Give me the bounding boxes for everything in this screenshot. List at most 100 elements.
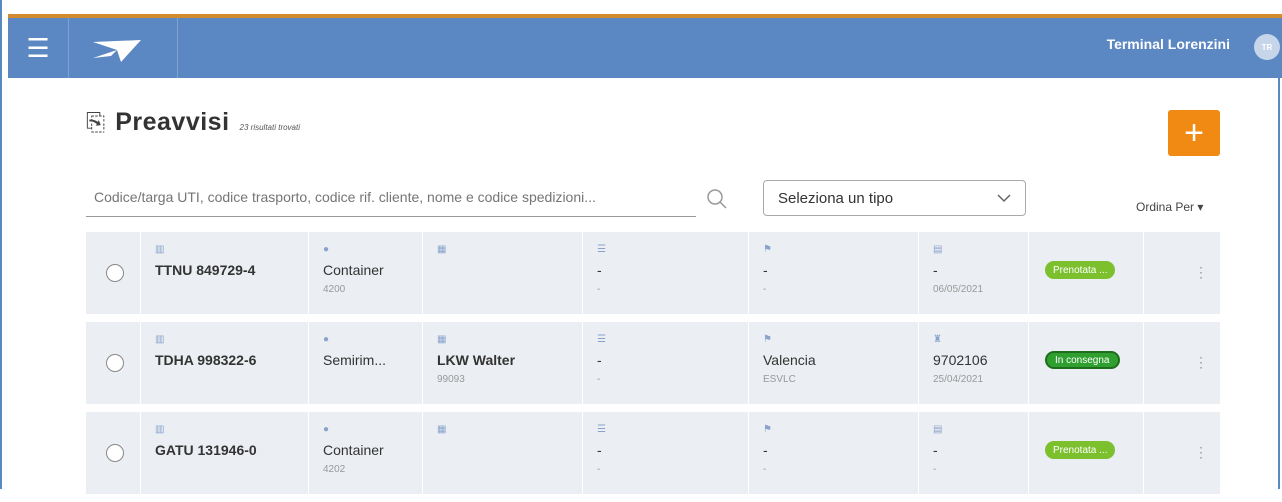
filter-cell: ☰ - - xyxy=(583,412,749,494)
destination-code: - xyxy=(763,464,767,475)
filter-cell: ☰ - - xyxy=(583,232,749,314)
add-button[interactable]: + xyxy=(1168,110,1220,156)
destination-name: - xyxy=(763,262,768,278)
uti-icon: ▥ xyxy=(155,334,165,345)
reference-value: - xyxy=(933,262,938,278)
chevron-down-icon xyxy=(997,194,1011,203)
logo[interactable] xyxy=(69,18,178,78)
plane-icon xyxy=(93,40,141,62)
actions-cell: ⋮ xyxy=(1144,412,1220,494)
company-code: 99093 xyxy=(437,374,465,385)
company-cell: ▦ LKW Walter 99093 xyxy=(423,322,583,404)
top-bar: ☰ Terminal Lorenzini TR xyxy=(8,14,1282,78)
uti-icon: ▥ xyxy=(155,244,165,255)
reference-cell: ♜ 9702106 25/04/2021 xyxy=(919,322,1029,404)
filter-cell: ☰ - - xyxy=(583,322,749,404)
row-radio[interactable] xyxy=(106,264,124,282)
info-icon: ● xyxy=(323,244,330,255)
uti-type: Container xyxy=(323,262,384,278)
type-select[interactable]: Seleziona un tipo xyxy=(763,180,1026,216)
flag-icon: ⚑ xyxy=(763,424,772,435)
status-cell: Prenotata ... xyxy=(1029,232,1144,314)
status-cell: Prenotata ... xyxy=(1029,412,1144,494)
filter-icon: ☰ xyxy=(597,334,606,345)
building-icon: ▦ xyxy=(437,244,447,255)
uti-type: Container xyxy=(323,442,384,458)
uti-icon: ▥ xyxy=(155,424,165,435)
destination-name: - xyxy=(763,442,768,458)
plus-icon: + xyxy=(1184,113,1204,152)
avatar[interactable]: TR xyxy=(1254,34,1280,60)
actions-cell: ⋮ xyxy=(1144,232,1220,314)
results-list: ▥ TTNU 849729-4 ● Container 4200 ▦ ☰ - -… xyxy=(86,232,1220,502)
building-icon: ▦ xyxy=(437,424,447,435)
filter-sub: - xyxy=(597,374,601,385)
document-icon: ⎘ xyxy=(86,109,106,136)
destination-cell: ⚑ - - xyxy=(749,412,919,494)
company-name: LKW Walter xyxy=(437,352,516,368)
type-cell: ● Container 4200 xyxy=(309,232,423,314)
hamburger-icon[interactable]: ☰ xyxy=(8,18,69,78)
reference-value: - xyxy=(933,442,938,458)
uti-code: TDHA 998322-6 xyxy=(155,352,257,368)
reference-date: 06/05/2021 xyxy=(933,284,984,295)
filter-sub: - xyxy=(597,284,601,295)
status-badge[interactable]: Prenotata ... xyxy=(1045,441,1116,459)
top-spacer xyxy=(8,0,1282,14)
uti-code: TTNU 849729-4 xyxy=(155,262,256,278)
uti-code: GATU 131946-0 xyxy=(155,442,257,458)
actions-cell: ⋮ xyxy=(1144,322,1220,404)
info-icon: ● xyxy=(323,424,330,435)
uti-type-code: 4202 xyxy=(323,464,346,475)
page-title: Preavvisi xyxy=(115,108,230,136)
row-radio[interactable] xyxy=(106,354,124,372)
row-select-cell xyxy=(86,232,141,314)
status-badge[interactable]: In consegna xyxy=(1045,351,1120,369)
destination-name: Valencia xyxy=(763,352,816,368)
row-select-cell xyxy=(86,322,141,404)
destination-code: - xyxy=(763,284,767,295)
results-count: 23 risultati trovati xyxy=(239,123,300,132)
destination-code: ESVLC xyxy=(763,374,796,385)
flag-icon: ⚑ xyxy=(763,244,772,255)
type-cell: ● Semirim... xyxy=(309,322,423,404)
uti-type: Semirim... xyxy=(323,352,386,368)
search-field xyxy=(86,180,696,217)
filter-value: - xyxy=(597,352,602,368)
page-header: ⎘ Preavvisi 23 risultati trovati xyxy=(86,108,300,137)
filter-value: - xyxy=(597,442,602,458)
more-vertical-icon[interactable]: ⋮ xyxy=(1194,444,1208,461)
terminal-name[interactable]: Terminal Lorenzini xyxy=(1107,36,1230,52)
person-icon: ♜ xyxy=(933,334,942,345)
search-icon[interactable] xyxy=(706,188,728,210)
uti-cell: ▥ TDHA 998322-6 xyxy=(141,322,309,404)
filter-sub: - xyxy=(597,464,601,475)
destination-cell: ⚑ - - xyxy=(749,232,919,314)
table-row[interactable]: ▥ TTNU 849729-4 ● Container 4200 ▦ ☰ - -… xyxy=(86,232,1220,314)
status-badge[interactable]: Prenotata ... xyxy=(1045,261,1116,279)
destination-cell: ⚑ Valencia ESVLC xyxy=(749,322,919,404)
row-radio[interactable] xyxy=(106,444,124,462)
calendar-icon: ▤ xyxy=(933,424,943,435)
table-row[interactable]: ▥ GATU 131946-0 ● Container 4202 ▦ ☰ - -… xyxy=(86,412,1220,494)
sort-dropdown[interactable]: Ordina Per ▾ xyxy=(1136,200,1203,214)
filter-icon: ☰ xyxy=(597,424,606,435)
filter-icon: ☰ xyxy=(597,244,606,255)
more-vertical-icon[interactable]: ⋮ xyxy=(1194,354,1208,371)
info-icon: ● xyxy=(323,334,330,345)
table-row[interactable]: ▥ TDHA 998322-6 ● Semirim... ▦ LKW Walte… xyxy=(86,322,1220,404)
reference-value: 9702106 xyxy=(933,352,988,368)
company-cell: ▦ xyxy=(423,412,583,494)
row-select-cell xyxy=(86,412,141,494)
search-input[interactable] xyxy=(86,180,686,214)
more-vertical-icon[interactable]: ⋮ xyxy=(1194,264,1208,281)
status-cell: In consegna xyxy=(1029,322,1144,404)
building-icon: ▦ xyxy=(437,334,447,345)
filter-value: - xyxy=(597,262,602,278)
reference-date: - xyxy=(933,464,937,475)
type-select-value: Seleziona un tipo xyxy=(778,189,894,207)
flag-icon: ⚑ xyxy=(763,334,772,345)
company-cell: ▦ xyxy=(423,232,583,314)
calendar-icon: ▤ xyxy=(933,244,943,255)
reference-cell: ▤ - - xyxy=(919,412,1029,494)
